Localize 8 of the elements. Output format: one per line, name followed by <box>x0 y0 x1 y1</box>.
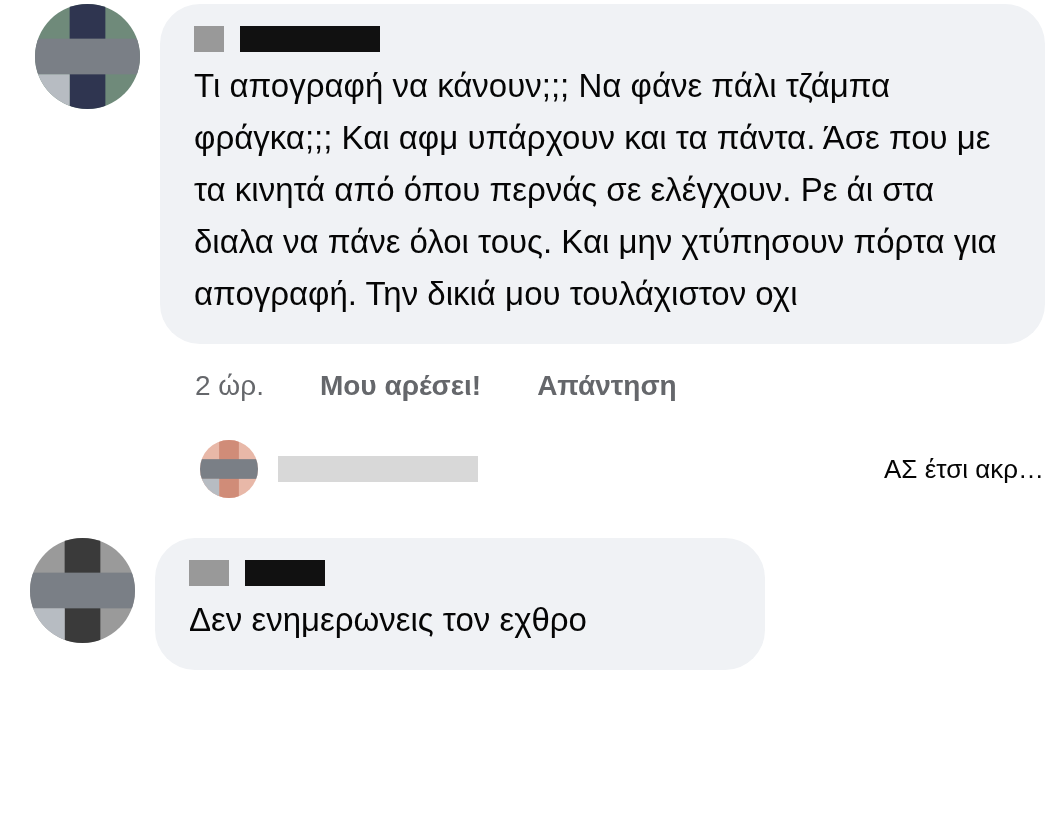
comment-time: 2 ώρ. <box>195 370 264 402</box>
comment-text: Τι απογραφή να κάνουν;;; Να φάνε πάλι τζάμπα φράγκα;;; Και αφμ υπάρχουν και τα πάντα. Άσε που με τα κινητά από όπου περνάς σε ελέγχουν. Ρε άι στα διαλα να πάνε όλοι τους. Και μην χτύπησουν πόρτα για απογραφή. Την δικιά μου τουλάχιστον οχι <box>194 66 998 314</box>
redacted-name <box>194 26 224 52</box>
reply-preview-text[interactable]: ΑΣ έτσι ακρ… <box>884 453 1044 485</box>
reply-link[interactable]: Απάντηση <box>537 370 677 402</box>
comment-text: Δεν ενημερωνεις τον εχθρο <box>189 600 588 640</box>
like-link[interactable]: Μου αρέσει! <box>319 370 482 402</box>
redacted-name <box>189 560 229 586</box>
